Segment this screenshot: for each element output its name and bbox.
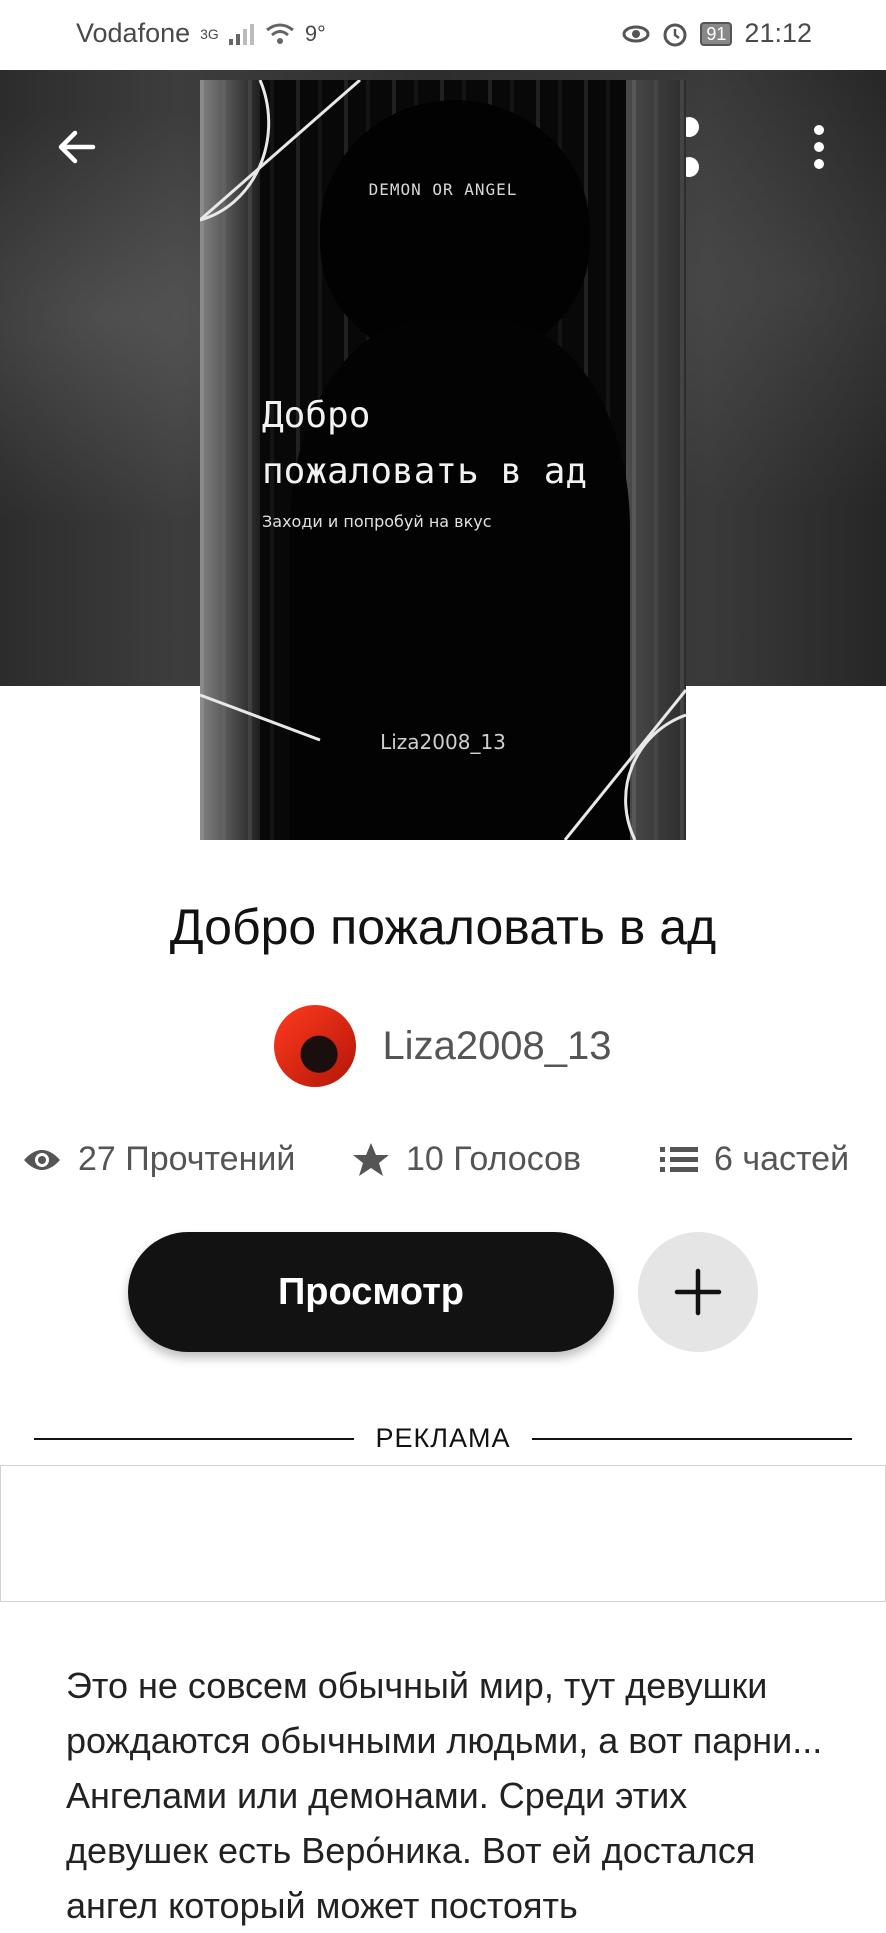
list-icon xyxy=(660,1146,698,1172)
alarm-icon xyxy=(663,23,687,46)
add-to-library-button[interactable] xyxy=(638,1232,758,1352)
reads-stat: 27 Прочтений xyxy=(22,1140,295,1179)
status-bar: Vodafone 3G 9° 91 21:12 xyxy=(0,0,886,70)
read-button[interactable]: Просмотр xyxy=(128,1232,614,1352)
author-name[interactable]: Liza2008_13 xyxy=(382,1024,611,1069)
battery-indicator: 91 xyxy=(700,21,733,46)
plus-icon xyxy=(674,1268,722,1316)
back-button[interactable] xyxy=(42,112,112,182)
parts-count[interactable]: 6 частей xyxy=(714,1140,849,1179)
ad-divider-line-right xyxy=(532,1438,852,1440)
cover-tagline: DEMON OR ANGEL xyxy=(368,180,518,199)
author-avatar[interactable] xyxy=(274,1005,357,1087)
story-stats: 27 Прочтений 10 Голосов 6 частей xyxy=(0,1140,886,1190)
parts-stat[interactable]: 6 частей xyxy=(660,1140,849,1179)
book-title: Добро пожаловать в ад xyxy=(169,899,717,955)
signal-icon xyxy=(228,23,254,45)
status-right: 91 21:12 xyxy=(622,18,812,49)
eye-icon xyxy=(24,1149,60,1170)
more-options-button[interactable] xyxy=(784,112,854,182)
cover-subtitle: Заходи и попробуй на вкус xyxy=(262,512,492,531)
wifi-icon xyxy=(265,23,294,44)
more-vert-icon xyxy=(814,125,824,169)
eye-comfort-icon xyxy=(622,25,650,42)
star-icon xyxy=(353,1142,389,1176)
carrier-label: Vodafone xyxy=(76,18,191,48)
cover-title: Добро пожаловать в ад xyxy=(262,388,587,500)
votes-stat: 10 Голосов xyxy=(352,1140,581,1179)
temperature-label: 9° xyxy=(304,20,326,46)
author-link[interactable]: Liza2008_13 xyxy=(0,1005,886,1087)
cover-author: Liza2008_13 xyxy=(380,730,506,754)
story-description: Это не совсем обычный мир, тут девушки р… xyxy=(66,1665,823,1926)
clock: 21:12 xyxy=(744,18,812,48)
cover-title-line2: пожаловать в ад xyxy=(262,451,588,492)
arrow-back-icon xyxy=(58,130,96,164)
status-left: Vodafone 3G 9° xyxy=(76,18,326,49)
network-type: 3G xyxy=(200,25,219,42)
reads-count: 27 Прочтений xyxy=(78,1140,296,1178)
votes-count: 10 Голосов xyxy=(406,1140,582,1178)
ad-slot[interactable] xyxy=(0,1465,886,1602)
cover-title-line1: Добро xyxy=(262,395,371,436)
book-cover: DEMON OR ANGEL Добро пожаловать в ад Зах… xyxy=(200,80,686,840)
ad-divider: РЕКЛАМА xyxy=(34,1418,852,1458)
